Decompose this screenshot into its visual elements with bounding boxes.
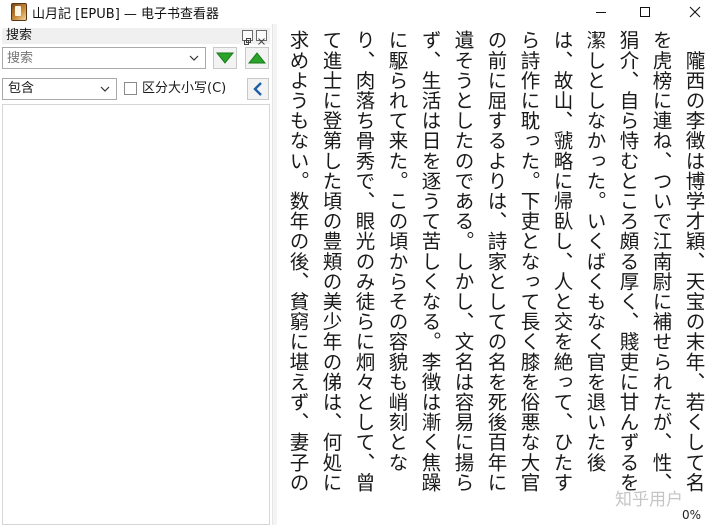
minimize-icon [596,12,606,13]
case-sensitive-checkbox[interactable] [124,82,137,95]
chevron-down-icon [100,86,110,92]
search-panel: 搜索 包含 区分大小写(C) [0,24,272,525]
find-next-button[interactable] [213,47,237,69]
case-sensitive-label[interactable]: 区分大小写(C) [142,81,226,97]
watermark: 知乎用户 [615,490,683,510]
maximize-button[interactable] [622,0,668,24]
search-combobox[interactable] [2,47,206,69]
arrow-up-icon [248,52,266,64]
close-icon [689,6,701,18]
find-previous-button[interactable] [245,47,269,69]
match-mode-dropdown[interactable] [94,79,116,99]
panel-splitter[interactable] [272,24,277,525]
panel-float-button[interactable] [242,30,253,45]
match-mode-select[interactable]: 包含 [2,78,117,100]
search-results-list[interactable] [2,104,270,525]
match-mode-value: 包含 [8,81,35,96]
search-history-dropdown[interactable] [183,48,205,68]
panel-close-button[interactable] [256,30,267,45]
minimize-button[interactable] [578,0,624,24]
search-panel-header: 搜索 [2,28,270,45]
book-page[interactable]: 隴西の李徴は博学才穎、天宝の末年、若くして名を虎榜に連ね、ついで江南尉に補せられ… [290,30,710,508]
float-icon [244,38,251,45]
search-panel-title: 搜索 [6,28,33,43]
arrow-down-icon [216,52,234,64]
close-icon [258,38,265,45]
window-title: 山月記 [EPUB] — 电子书查看器 [32,6,220,22]
reading-progress: 0% [682,508,702,522]
collapse-panel-button[interactable] [247,78,269,100]
chevron-left-icon [253,82,262,96]
chevron-down-icon [189,55,199,61]
book-text: 隴西の李徴は博学才穎、天宝の末年、若くして名を虎榜に連ね、ついで江南尉に補せられ… [290,30,705,493]
search-input[interactable] [3,48,185,68]
maximize-icon [640,7,650,17]
book-app-icon [11,3,27,21]
close-button[interactable] [672,0,718,24]
